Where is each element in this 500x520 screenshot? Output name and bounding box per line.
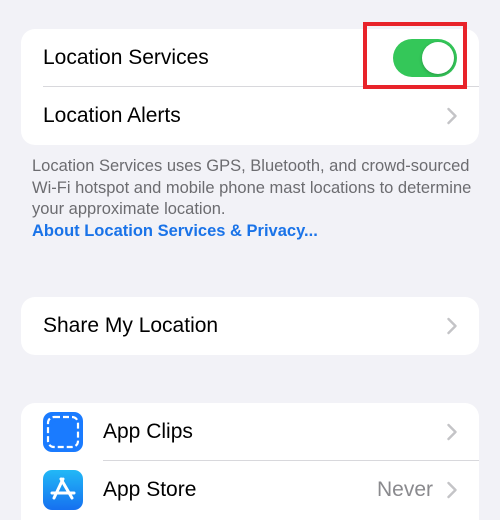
location-alerts-row[interactable]: Location Alerts	[21, 87, 479, 145]
chevron-right-icon	[447, 481, 457, 499]
toggle-highlight-box	[363, 22, 467, 89]
app-clips-label: App Clips	[103, 420, 193, 443]
location-alerts-label: Location Alerts	[43, 104, 181, 127]
chevron-right-icon	[447, 317, 457, 335]
chevron-right-icon	[447, 423, 457, 441]
app-clips-icon	[43, 412, 83, 452]
app-store-icon	[43, 470, 83, 510]
location-services-label: Location Services	[43, 46, 209, 69]
description-text: Location Services uses GPS, Bluetooth, a…	[32, 157, 472, 218]
chevron-right-icon	[447, 107, 457, 125]
app-store-permission-value: Never	[376, 478, 433, 501]
share-my-location-label: Share My Location	[43, 314, 219, 337]
location-services-description: Location Services uses GPS, Bluetooth, a…	[32, 156, 472, 242]
app-store-label: App Store	[103, 478, 197, 501]
share-location-group: Share My Location	[21, 297, 479, 355]
app-row-app-store[interactable]: App Store Never	[21, 461, 479, 519]
apps-group: App Clips App Store Never	[21, 403, 479, 520]
app-row-app-clips[interactable]: App Clips	[21, 403, 479, 461]
share-my-location-row[interactable]: Share My Location	[21, 297, 479, 355]
privacy-link[interactable]: About Location Services & Privacy...	[32, 221, 472, 243]
